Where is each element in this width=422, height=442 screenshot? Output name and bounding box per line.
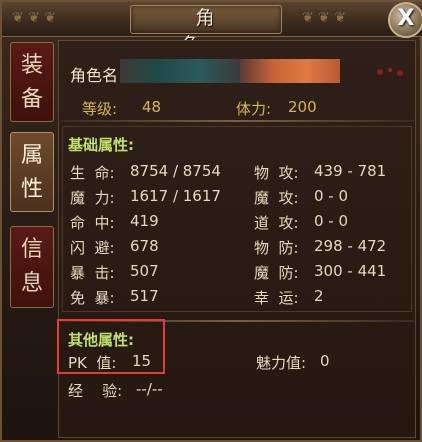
tab-equipment-char2: 备 xyxy=(20,87,43,112)
stamina-value: 200 xyxy=(288,98,317,116)
close-button[interactable]: X xyxy=(388,2,422,38)
stat-magic-atk-value: 0 - 0 xyxy=(314,187,349,205)
stat-hp-value: 8754 / 8754 xyxy=(130,162,221,180)
stat-luck-value: 2 xyxy=(314,287,324,305)
stat-mp-value: 1617 / 1617 xyxy=(130,187,221,205)
stat-phys-def-value: 298 - 472 xyxy=(314,237,387,255)
name-blur-left xyxy=(120,59,240,83)
stat-dodge-label: 闪 避: xyxy=(70,239,115,257)
exp-value: --/-- xyxy=(136,380,163,398)
divider-top xyxy=(60,120,414,122)
red-ornament-icon xyxy=(374,64,414,78)
name-blur-right xyxy=(240,59,340,83)
ornament-left: ❦ ❦ ❦ xyxy=(12,10,57,26)
tab-info-char2: 息 xyxy=(20,271,43,296)
stat-magic-def-value: 300 - 441 xyxy=(314,262,387,280)
level-label: 等级: xyxy=(82,100,118,118)
stat-hit-value: 419 xyxy=(130,212,159,230)
stat-crit-resist-value: 517 xyxy=(130,287,159,305)
character-window: ❦ ❦ ❦ ❦ ❦ ❦ 角 色 X 装 备 属 性 信 息 角色名 等级: 48… xyxy=(0,0,422,442)
stamina-label: 体力: xyxy=(236,100,272,118)
stat-magic-def-label: 魔 防: xyxy=(254,264,299,282)
title-bar[interactable]: ❦ ❦ ❦ ❦ ❦ ❦ 角 色 xyxy=(2,2,422,56)
tab-info[interactable]: 信 息 xyxy=(10,226,54,308)
stat-mp-label: 魔 力: xyxy=(70,189,115,207)
basic-section-title: 基础属性: xyxy=(68,136,134,154)
stat-phys-atk-label: 物 攻: xyxy=(254,164,299,182)
tab-equipment-char1: 装 xyxy=(20,53,43,78)
stat-hit-label: 命 中: xyxy=(70,214,115,232)
name-label: 角色名 xyxy=(70,66,119,85)
ornament-right: ❦ ❦ ❦ xyxy=(302,10,347,26)
tab-attributes[interactable]: 属 性 xyxy=(10,132,54,212)
pk-highlight-box xyxy=(57,319,165,374)
stat-dodge-value: 678 xyxy=(130,237,159,255)
charm-label: 魅力值: xyxy=(256,354,307,372)
tab-attributes-char2: 性 xyxy=(20,177,43,202)
stat-crit-label: 暴 击: xyxy=(70,264,115,282)
stat-crit-value: 507 xyxy=(130,262,159,280)
charm-value: 0 xyxy=(320,352,330,370)
stat-hp-label: 生 命: xyxy=(70,164,115,182)
stat-phys-atk-value: 439 - 781 xyxy=(314,162,387,180)
window-title: 角 色 xyxy=(181,7,243,56)
stat-luck-label: 幸 运: xyxy=(254,289,299,307)
stat-tao-atk-value: 0 - 0 xyxy=(314,212,349,230)
tab-equipment[interactable]: 装 备 xyxy=(10,42,54,122)
stat-tao-atk-label: 道 攻: xyxy=(254,214,299,232)
exp-label: 经 验: xyxy=(68,382,123,400)
stat-crit-resist-label: 免 暴: xyxy=(70,289,115,307)
level-value: 48 xyxy=(142,98,162,116)
tab-info-char1: 信 xyxy=(20,237,43,262)
tab-attributes-char1: 属 xyxy=(20,143,43,168)
stat-magic-atk-label: 魔 攻: xyxy=(254,189,299,207)
stat-phys-def-label: 物 防: xyxy=(254,239,299,257)
